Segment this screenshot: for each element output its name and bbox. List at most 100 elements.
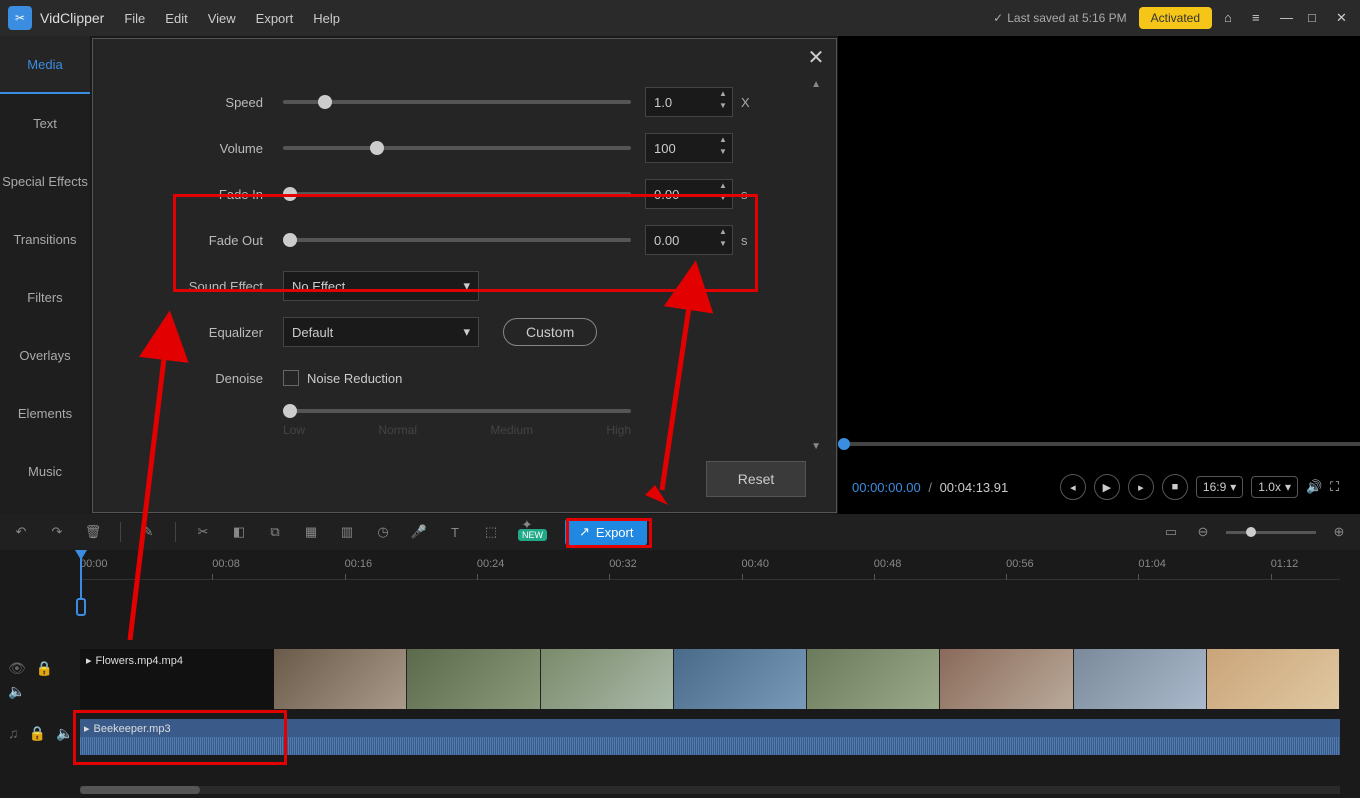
chart-icon[interactable]: ▥ [338,523,356,541]
play-button[interactable]: ▶ [1094,474,1120,500]
volume-slider[interactable] [283,146,631,150]
stop-button[interactable]: ■ [1162,474,1188,500]
reset-button[interactable]: Reset [706,461,806,497]
speed-thumb[interactable] [318,95,332,109]
copy-icon[interactable]: ⧉ [266,523,284,541]
lock-icon[interactable]: 🔒 [36,660,53,677]
menu-view[interactable]: View [208,11,236,26]
sidebar-item-filters[interactable]: Filters [0,268,90,326]
speed-step-up[interactable]: ▲ [717,89,729,101]
fit-icon[interactable]: ▭ [1162,523,1180,541]
zoom-out-icon[interactable]: ⊖ [1194,523,1212,541]
aspect-ratio-select[interactable]: 16:9 ▾ [1196,476,1243,498]
sidebar-item-music[interactable]: Music [0,442,90,500]
mosaic-icon[interactable]: ▦ [302,523,320,541]
prev-frame-button[interactable]: ◂ [1060,474,1086,500]
preview-panel: 00:00:00.00 / 00:04:13.91 ◂ ▶ ▸ ■ 16:9 ▾… [838,36,1360,514]
subtitle-icon[interactable]: ⬚ [482,523,500,541]
home-icon[interactable]: ⌂ [1224,10,1240,26]
video-thumbnail [541,649,674,709]
soundeffect-row: Sound Effect No Effect▾ [123,263,806,309]
timeline-toolbar: ↶ ↷ 🗑 ✎ ✂ ◧ ⧉ ▦ ▥ ◷ 🎤 T ⬚ ✦NEW ↗Export ▭… [0,514,1360,550]
speed-label: Speed [123,95,283,110]
preview-video[interactable] [838,36,1360,446]
menu-file[interactable]: File [124,11,145,26]
sidebar-item-transitions[interactable]: Transitions [0,210,90,268]
volume-step-down[interactable]: ▼ [717,147,729,159]
equalizer-row: Equalizer Default▾ Custom [123,309,806,355]
preview-playhead[interactable] [838,438,850,450]
volume-step-up[interactable]: ▲ [717,135,729,147]
sidebar-item-media[interactable]: Media [0,36,90,94]
lock-icon[interactable]: 🔒 [29,725,46,742]
next-frame-button[interactable]: ▸ [1128,474,1154,500]
custom-equalizer-button[interactable]: Custom [503,318,597,346]
soundeffect-select[interactable]: No Effect▾ [283,271,479,301]
preview-seekbar[interactable] [838,442,1360,446]
fullscreen-icon[interactable]: ⛶ [1330,479,1346,495]
denoise-levels: LowNormalMediumHigh [283,423,631,437]
fadein-slider[interactable] [283,192,631,196]
fadeout-slider[interactable] [283,238,631,242]
mic-icon[interactable]: 🎤 [410,523,428,541]
app-logo: ✂ [8,6,32,30]
sidebar-item-elements[interactable]: Elements [0,384,90,442]
redo-icon[interactable]: ↷ [48,523,66,541]
playhead[interactable] [80,550,82,600]
denoise-thumb[interactable] [283,404,297,418]
timeline-scroll-thumb[interactable] [80,786,200,794]
sidebar-item-text[interactable]: Text [0,94,90,152]
hamburger-icon[interactable]: ≡ [1252,10,1268,26]
sidebar-item-overlays[interactable]: Overlays [0,326,90,384]
playback-speed-select[interactable]: 1.0x ▾ [1251,476,1298,498]
minimize-icon[interactable]: — [1280,10,1296,26]
fadeout-step-down[interactable]: ▼ [717,239,729,251]
delete-icon[interactable]: 🗑 [84,523,102,541]
zoom-thumb[interactable] [1246,527,1256,537]
titlebar: ✂ VidClipper File Edit View Export Help … [0,0,1360,36]
fadein-thumb[interactable] [283,187,297,201]
fadeout-label: Fade Out [123,233,283,248]
noise-reduction-label: Noise Reduction [307,371,402,386]
time-tick: 00:16 [345,558,373,570]
clip-handle[interactable] [76,598,86,616]
text-icon[interactable]: T [446,523,464,541]
zoom-in-icon[interactable]: ⊕ [1330,523,1348,541]
speed-step-down[interactable]: ▼ [717,101,729,113]
fadeout-step-up[interactable]: ▲ [717,227,729,239]
mute-icon[interactable]: 🔈 [8,683,25,700]
activated-button[interactable]: Activated [1139,7,1212,29]
denoise-slider[interactable] [283,409,631,413]
close-icon[interactable]: ✕ [1336,10,1352,26]
fadein-step-up[interactable]: ▲ [717,181,729,193]
timeline-scrollbar[interactable] [80,786,1340,794]
sidebar-item-effects[interactable]: Special Effects [0,152,90,210]
video-track[interactable]: ▸ Flowers.mp4.mp4 [80,649,1340,709]
menu-export[interactable]: Export [256,11,294,26]
cut-icon[interactable]: ✂ [194,523,212,541]
fadeout-thumb[interactable] [283,233,297,247]
menu-edit[interactable]: Edit [165,11,187,26]
mute-icon[interactable]: 🔈 [56,725,73,742]
music-icon[interactable]: ♫ [8,725,19,742]
volume-icon[interactable]: 🔊 [1306,479,1322,495]
soundeffect-label: Sound Effect [123,279,283,294]
video-thumbnail [1074,649,1207,709]
eye-icon[interactable]: 👁 [8,660,26,677]
time-ruler[interactable]: 00:00 00:08 00:16 00:24 00:32 00:40 00:4… [80,550,1340,580]
speed-slider[interactable] [283,100,631,104]
menu-help[interactable]: Help [313,11,340,26]
edit-icon[interactable]: ✎ [139,523,157,541]
fadein-step-down[interactable]: ▼ [717,193,729,205]
volume-thumb[interactable] [370,141,384,155]
clock-icon[interactable]: ◷ [374,523,392,541]
export-button[interactable]: ↗Export [565,518,647,546]
undo-icon[interactable]: ↶ [12,523,30,541]
crop-icon[interactable]: ◧ [230,523,248,541]
time-tick: 00:40 [742,558,770,570]
zoom-slider[interactable] [1226,531,1316,534]
equalizer-select[interactable]: Default▾ [283,317,479,347]
audio-track[interactable]: ▸ Beekeeper.mp3 [80,719,1340,755]
noise-reduction-checkbox[interactable] [283,370,299,386]
maximize-icon[interactable]: □ [1308,10,1324,26]
